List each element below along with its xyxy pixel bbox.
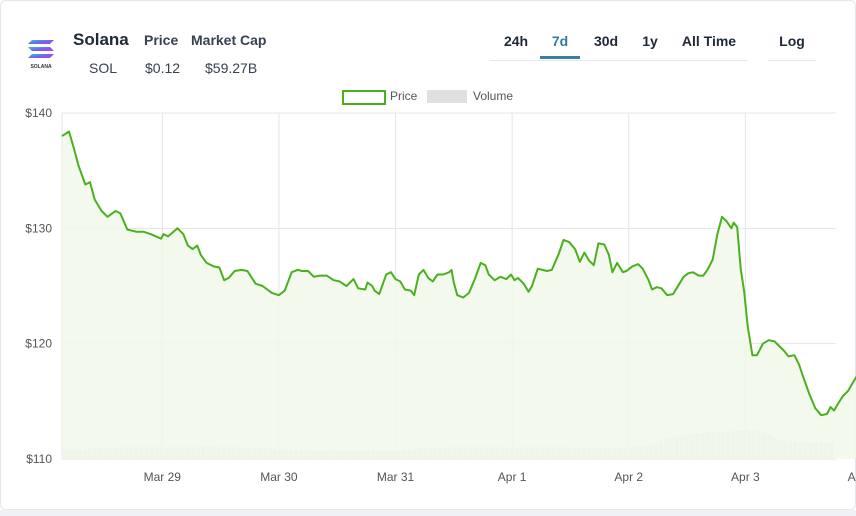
price-chart: $110 $120 $130 $140 Mar 29 Mar 30 Mar 31 Apr 1… — [25, 106, 856, 484]
x-tick-label: Apr 4 — [848, 470, 856, 484]
x-tick-label: Mar 31 — [377, 470, 415, 484]
y-tick-label: $120 — [25, 337, 52, 351]
y-tick-label: $140 — [25, 106, 52, 120]
x-tick-label: Mar 29 — [144, 470, 182, 484]
x-tick-label: Apr 2 — [614, 470, 643, 484]
bottom-strip — [0, 510, 856, 516]
x-tick-label: Apr 3 — [731, 470, 760, 484]
x-axis-labels: Mar 29 Mar 30 Mar 31 Apr 1 Apr 2 Apr 3 Apr 4 — [144, 470, 856, 484]
x-tick-label: Apr 1 — [498, 470, 527, 484]
y-tick-label: $110 — [26, 452, 52, 466]
y-axis-labels: $110 $120 $130 $140 — [25, 106, 52, 466]
y-tick-label: $130 — [25, 221, 52, 235]
x-tick-label: Mar 30 — [260, 470, 298, 484]
